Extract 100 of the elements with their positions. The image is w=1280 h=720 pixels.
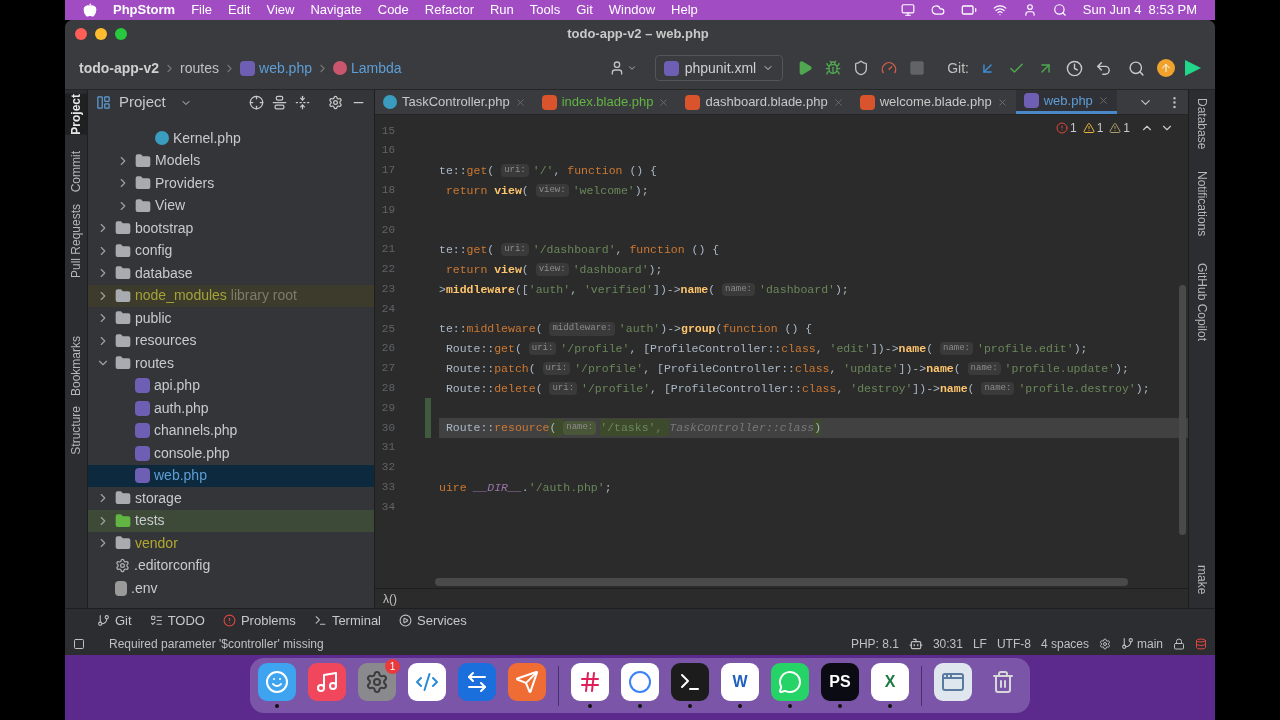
tool-window-tab[interactable]: Database bbox=[1189, 98, 1215, 150]
tree-item[interactable]: node_modules library root bbox=[88, 284, 374, 307]
close-window-button[interactable] bbox=[75, 27, 87, 40]
menu-item[interactable]: File bbox=[191, 0, 213, 20]
breadcrumb[interactable]: Lambda bbox=[332, 57, 402, 79]
run-button[interactable] bbox=[797, 60, 814, 76]
tree-item[interactable]: storage bbox=[88, 487, 374, 510]
tree-item[interactable]: tests bbox=[88, 509, 374, 532]
project-view-dropdown[interactable]: Project bbox=[119, 91, 192, 114]
code-icon[interactable] bbox=[408, 663, 446, 701]
menu-item[interactable]: Help bbox=[671, 0, 698, 20]
tree-item[interactable]: Kernel.php bbox=[88, 127, 374, 150]
tool-window-tab[interactable]: Structure bbox=[65, 406, 87, 455]
tool-window-tab[interactable]: Notifications bbox=[1189, 171, 1215, 237]
crosshair-icon[interactable] bbox=[249, 95, 264, 110]
branch-widget[interactable]: main bbox=[1121, 634, 1163, 653]
tool-window-tab[interactable]: GitHub Copilot bbox=[1189, 262, 1215, 341]
menu-item[interactable]: Tools bbox=[529, 0, 561, 20]
editor-breadcrumb[interactable]: λ() bbox=[383, 589, 397, 608]
tree-item[interactable]: Models bbox=[88, 149, 374, 172]
close-icon[interactable] bbox=[1097, 95, 1109, 106]
phpstorm-app-icon[interactable]: PS bbox=[821, 663, 859, 701]
editor-tab[interactable]: welcome.blade.php bbox=[851, 90, 1016, 114]
tool-window-tab[interactable]: Bookmarks bbox=[65, 336, 87, 397]
tool-window-button[interactable]: TODO bbox=[149, 610, 205, 631]
app-menu[interactable]: PhpStorm bbox=[113, 0, 176, 20]
logo-icon[interactable] bbox=[1185, 60, 1201, 76]
window-icon[interactable] bbox=[934, 663, 972, 701]
shield-button[interactable] bbox=[853, 60, 870, 76]
bug-button[interactable] bbox=[825, 60, 842, 76]
search-icon[interactable] bbox=[1052, 3, 1067, 17]
menu-item[interactable]: Window bbox=[608, 0, 656, 20]
tree-item[interactable]: database bbox=[88, 262, 374, 285]
tree-item[interactable]: vendor bbox=[88, 532, 374, 555]
menu-item[interactable]: Navigate bbox=[310, 0, 362, 20]
search-icon[interactable] bbox=[1128, 59, 1145, 77]
chat-bubble-icon[interactable] bbox=[771, 663, 809, 701]
tree-item[interactable]: View bbox=[88, 194, 374, 217]
inspection-count[interactable]: 1 bbox=[1055, 119, 1077, 137]
tool-window-tab[interactable]: make bbox=[1189, 564, 1215, 594]
minimize-window-button[interactable] bbox=[95, 27, 107, 40]
editor-tab[interactable]: web.php bbox=[1015, 90, 1117, 114]
paper-plane-icon[interactable] bbox=[508, 663, 546, 701]
gear-icon[interactable] bbox=[358, 663, 396, 701]
menu-item[interactable]: Git bbox=[576, 0, 593, 20]
tree-item[interactable]: .env bbox=[88, 577, 374, 600]
undo-icon[interactable] bbox=[1095, 59, 1112, 77]
tool-window-button[interactable]: Terminal bbox=[313, 610, 381, 631]
tool-window-button[interactable]: Git bbox=[97, 610, 132, 631]
tree-item[interactable]: public bbox=[88, 307, 374, 330]
cloud-icon[interactable] bbox=[930, 3, 945, 17]
user-icon[interactable] bbox=[1022, 3, 1037, 17]
clock-icon[interactable] bbox=[1066, 59, 1083, 77]
editor-tab[interactable]: dashboard.blade.php bbox=[677, 90, 852, 114]
inspection-count[interactable]: 1 bbox=[1109, 119, 1130, 137]
tree-item[interactable]: config bbox=[88, 239, 374, 262]
tree-item[interactable]: bootstrap bbox=[88, 217, 374, 240]
php-version[interactable]: PHP: 8.1 bbox=[850, 634, 899, 653]
panel-toggle-icon[interactable] bbox=[73, 637, 85, 650]
tool-window-button[interactable]: Services bbox=[399, 610, 467, 631]
tree-item[interactable]: api.php bbox=[88, 374, 374, 397]
terminal-icon[interactable] bbox=[671, 663, 709, 701]
gauge-button[interactable] bbox=[881, 60, 898, 76]
hash-icon[interactable] bbox=[571, 663, 609, 701]
caret-position[interactable]: 30:31 bbox=[932, 634, 963, 653]
inspection-count[interactable]: 1 bbox=[1082, 119, 1104, 137]
breadcrumb[interactable]: web.php bbox=[240, 57, 312, 79]
tree-item[interactable]: routes bbox=[88, 352, 374, 375]
editor-tab[interactable]: index.blade.php bbox=[533, 90, 678, 114]
lock-icon[interactable] bbox=[1173, 637, 1185, 650]
smiling-face-icon[interactable] bbox=[258, 663, 296, 701]
monitor-icon[interactable] bbox=[900, 3, 915, 17]
copilot-icon[interactable] bbox=[908, 636, 923, 651]
indent-setting[interactable]: 4 spaces bbox=[1040, 634, 1089, 653]
gear-icon[interactable] bbox=[1099, 637, 1111, 650]
update-button[interactable] bbox=[1157, 59, 1175, 77]
wifi-icon[interactable] bbox=[992, 3, 1007, 17]
database-icon[interactable] bbox=[1195, 637, 1207, 650]
music-note-icon[interactable] bbox=[308, 663, 346, 701]
expand-all-icon[interactable] bbox=[272, 95, 287, 110]
breadcrumb[interactable]: routes bbox=[180, 57, 220, 79]
word-app-icon[interactable]: W bbox=[721, 663, 759, 701]
tool-window-tab[interactable]: Commit bbox=[65, 150, 87, 193]
run-configuration-dropdown[interactable]: phpunit.xml bbox=[654, 55, 784, 81]
apple-icon[interactable] bbox=[83, 3, 97, 17]
tool-window-button[interactable]: Problems bbox=[222, 610, 296, 631]
menu-item[interactable]: Refactor bbox=[424, 0, 474, 20]
tree-item[interactable]: console.php bbox=[88, 442, 374, 465]
menu-item[interactable]: Edit bbox=[228, 0, 251, 20]
tree-item[interactable]: Providers bbox=[88, 172, 374, 195]
excel-app-icon[interactable]: X bbox=[871, 663, 909, 701]
tree-item[interactable]: auth.php bbox=[88, 397, 374, 420]
tree-item[interactable]: channels.php bbox=[88, 419, 374, 442]
settings-icon[interactable] bbox=[328, 95, 343, 110]
tree-item[interactable]: resources bbox=[88, 329, 374, 352]
collapse-all-icon[interactable] bbox=[295, 95, 310, 110]
editor-tab[interactable]: TaskController.php bbox=[375, 90, 534, 114]
menu-item[interactable]: View bbox=[266, 0, 295, 20]
tool-window-tab[interactable]: Project bbox=[65, 94, 87, 135]
menu-item[interactable]: Code bbox=[377, 0, 409, 20]
